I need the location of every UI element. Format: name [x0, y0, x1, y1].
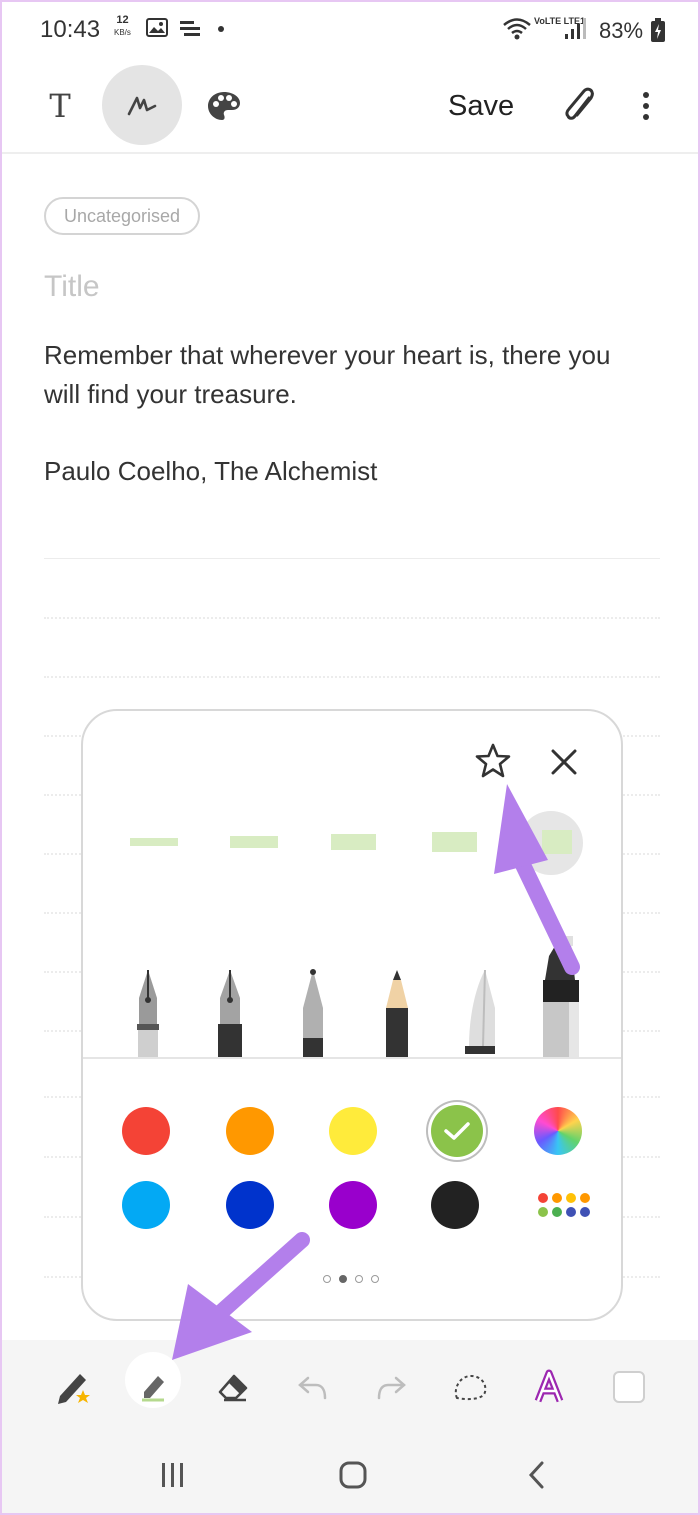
save-button[interactable]: Save [448, 84, 514, 128]
home-button[interactable] [328, 1455, 378, 1495]
app-toolbar: T Save [2, 60, 698, 154]
color-blue[interactable] [226, 1181, 274, 1229]
title-field[interactable]: Title [44, 270, 100, 304]
page-dot-active [339, 1275, 347, 1283]
favorite-pens-button[interactable] [48, 1362, 98, 1412]
handwriting-icon [127, 96, 157, 116]
screen: 10:43 12 KB/s VoLTE LTE1 83% T Save Unca… [0, 0, 700, 1515]
color-spectrum-picker[interactable] [534, 1107, 582, 1155]
undo-button[interactable] [288, 1362, 338, 1412]
fountain-pen-icon[interactable] [135, 968, 161, 1058]
brush-pen-icon[interactable] [299, 968, 327, 1058]
marker-icon[interactable] [541, 934, 581, 1058]
net-speed-value: 12 [116, 14, 129, 26]
undo-icon [298, 1376, 327, 1400]
system-nav-bar [2, 1435, 698, 1513]
size-option[interactable] [130, 838, 178, 846]
background-button[interactable] [604, 1362, 654, 1412]
highlighter-button[interactable] [128, 1362, 178, 1412]
net-speed: 12 KB/s [114, 14, 131, 39]
lasso-icon [454, 1374, 487, 1401]
guide-line [44, 617, 660, 619]
pen-type-row [83, 936, 621, 1058]
page-dot [371, 1275, 379, 1283]
background-icon [613, 1371, 645, 1403]
pen-settings-panel [81, 709, 623, 1321]
more-colors-icon[interactable] [538, 1193, 590, 1217]
page-dot [323, 1275, 331, 1283]
home-icon [339, 1461, 367, 1489]
redo-button[interactable] [366, 1362, 416, 1412]
pencil-icon[interactable] [383, 968, 411, 1058]
star-icon [475, 743, 511, 778]
status-bar: 10:43 12 KB/s VoLTE LTE1 83% [2, 2, 698, 60]
handwriting-divider [44, 558, 660, 559]
pen-toolbar [2, 1340, 698, 1435]
note-body-text: Remember that wherever your heart is, th… [44, 340, 611, 409]
battery-percent: 83% [599, 18, 644, 43]
close-panel-button[interactable] [545, 743, 583, 781]
size-option[interactable] [331, 834, 376, 850]
favorite-pen-icon [58, 1374, 90, 1404]
color-red[interactable] [122, 1107, 170, 1155]
recents-icon [162, 1463, 183, 1487]
attach-button[interactable] [558, 82, 602, 130]
check-icon [444, 1122, 470, 1140]
eraser-button[interactable] [208, 1362, 258, 1412]
color-purple[interactable] [329, 1181, 377, 1229]
more-notifications-dot-icon [218, 26, 224, 32]
lasso-button[interactable] [446, 1362, 496, 1412]
more-options-button[interactable] [632, 84, 660, 128]
more-vert-icon [643, 92, 649, 120]
text-style-button[interactable] [524, 1362, 574, 1412]
color-yellow[interactable] [329, 1107, 377, 1155]
chisel-pen-icon[interactable] [463, 968, 497, 1058]
text-style-icon [534, 1369, 564, 1403]
wifi-icon [503, 18, 531, 40]
eraser-icon [218, 1374, 248, 1402]
back-icon [528, 1461, 544, 1489]
redo-icon [377, 1376, 406, 1400]
palette-icon [208, 92, 240, 120]
close-icon [551, 749, 577, 775]
back-button[interactable] [512, 1455, 562, 1495]
color-light-blue[interactable] [122, 1181, 170, 1229]
panel-divider [83, 1057, 621, 1059]
text-mode-icon: T [49, 87, 71, 125]
size-option[interactable] [432, 832, 477, 852]
status-time: 10:43 [40, 16, 101, 43]
size-option[interactable] [230, 836, 278, 848]
recents-button[interactable] [148, 1455, 198, 1495]
notification-icon [180, 21, 200, 36]
pen-mode-button[interactable] [102, 65, 182, 145]
signal-icon [565, 18, 586, 39]
gallery-notification-icon [146, 18, 168, 37]
color-orange[interactable] [226, 1107, 274, 1155]
size-option-selected[interactable] [542, 830, 572, 854]
favorite-pen-button[interactable] [473, 741, 513, 781]
page-dot [355, 1275, 363, 1283]
category-chip[interactable]: Uncategorised [44, 197, 201, 235]
note-signature: Paulo Coelho, The Alchemist [44, 456, 378, 486]
color-green-selected[interactable] [431, 1105, 483, 1157]
palette-button[interactable] [202, 84, 246, 128]
color-black[interactable] [431, 1181, 479, 1229]
color-page-indicator [323, 1275, 379, 1283]
guide-line [44, 676, 660, 678]
highlighter-icon [142, 1376, 164, 1402]
text-mode-button[interactable]: T [40, 84, 80, 128]
battery-icon [651, 18, 665, 42]
paperclip-icon [565, 87, 594, 120]
calligraphy-pen-icon[interactable] [216, 968, 244, 1058]
note-body[interactable]: Remember that wherever your heart is, th… [44, 336, 644, 491]
net-speed-unit: KB/s [114, 28, 131, 37]
